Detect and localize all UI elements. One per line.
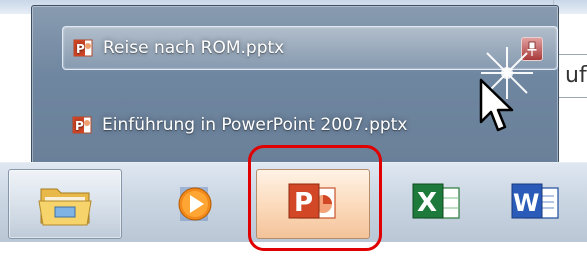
excel-icon: X bbox=[412, 183, 460, 219]
svg-text:W: W bbox=[513, 189, 539, 217]
word-icon: W bbox=[511, 183, 559, 219]
taskbar-button-word[interactable]: W bbox=[506, 169, 587, 239]
pin-icon bbox=[527, 41, 537, 56]
folder-icon bbox=[38, 188, 92, 226]
media-player-icon bbox=[178, 187, 212, 221]
svg-text:P: P bbox=[76, 42, 85, 56]
background-text: uf bbox=[565, 63, 587, 88]
svg-text:X: X bbox=[417, 188, 437, 218]
recent-file-label: Einführung in PowerPoint 2007.pptx bbox=[102, 115, 408, 135]
svg-text:P: P bbox=[75, 119, 84, 133]
powerpoint-highlight-frame bbox=[248, 145, 382, 251]
taskbar-button-media-player[interactable] bbox=[138, 169, 252, 239]
pptx-file-icon: P bbox=[72, 116, 92, 134]
jump-list-item-recent-1[interactable]: P Reise nach ROM.pptx bbox=[62, 26, 558, 70]
recent-file-label: Reise nach ROM.pptx bbox=[103, 38, 285, 58]
mouse-cursor-icon bbox=[479, 78, 514, 132]
taskbar-button-explorer[interactable] bbox=[8, 169, 122, 239]
pptx-file-icon: P bbox=[73, 39, 93, 57]
jump-list-item-recent-2[interactable]: P Einführung in PowerPoint 2007.pptx bbox=[62, 103, 518, 147]
pin-button[interactable] bbox=[521, 37, 543, 61]
taskbar-button-excel[interactable]: X bbox=[380, 169, 494, 239]
